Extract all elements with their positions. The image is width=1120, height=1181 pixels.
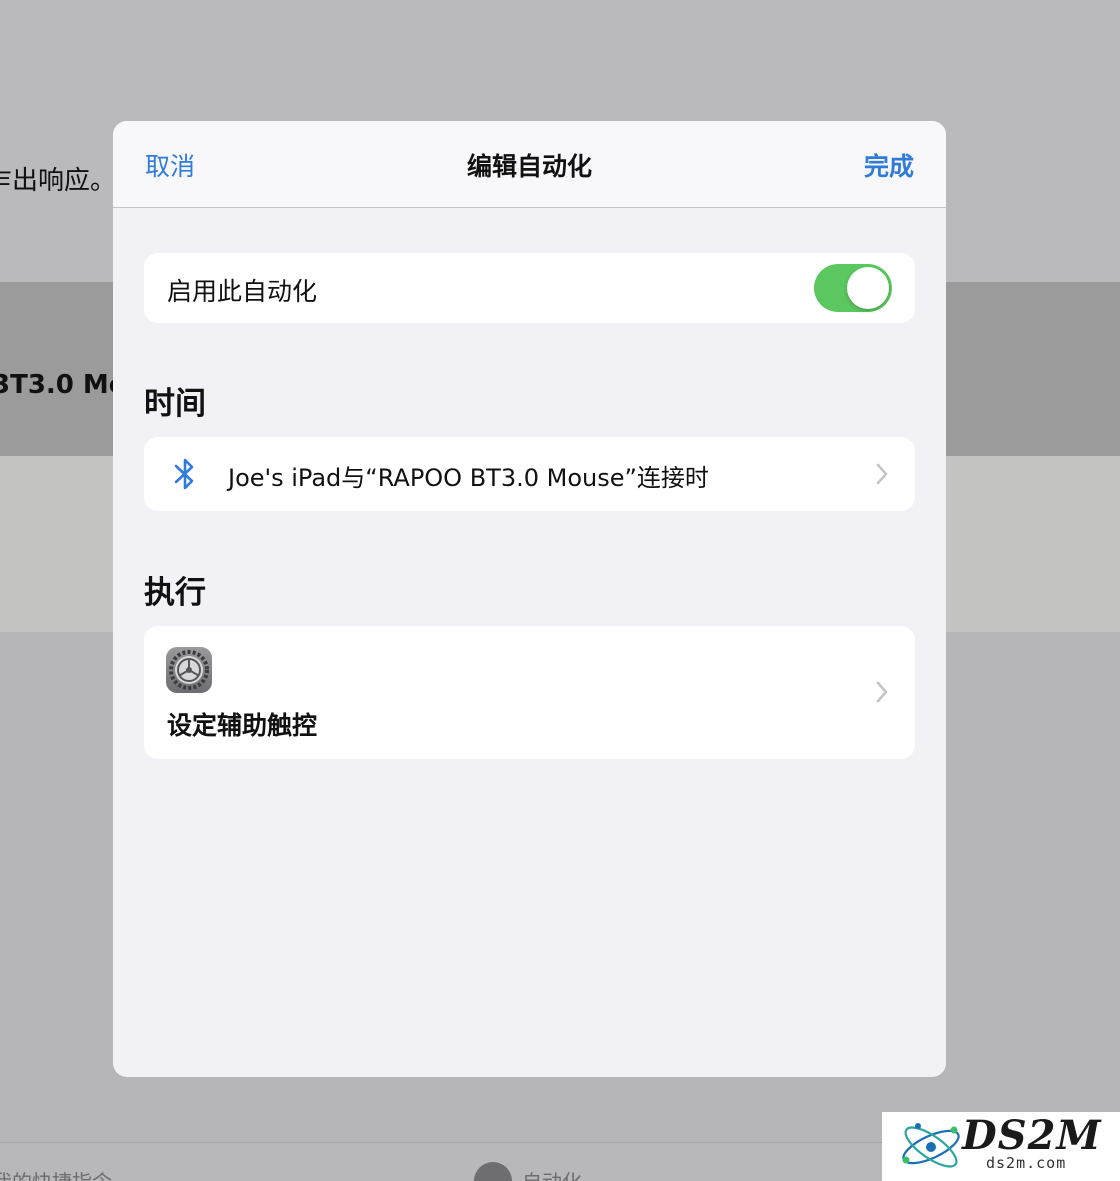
trigger-label: Joe's iPad与“RAPOO BT3.0 Mouse”连接时	[228, 464, 709, 492]
tab-automation: 自动化	[522, 1166, 582, 1181]
settings-gear-icon	[166, 647, 212, 693]
edit-automation-sheet: 取消 编辑自动化 完成 启用此自动化 时间 Joe's iPad与“RAPOO …	[113, 121, 946, 1077]
bluetooth-icon	[174, 458, 194, 490]
ds2m-watermark-logo: DS2M ds2m.com	[882, 1112, 1120, 1181]
action-label: 设定辅助触控	[167, 711, 318, 740]
sheet-title: 编辑自动化	[466, 152, 592, 181]
action-row[interactable]: 设定辅助触控	[144, 626, 915, 759]
background-description: 乍出响应。	[0, 166, 117, 196]
enable-automation-row: 启用此自动化	[144, 253, 915, 323]
logo-wordmark: DS2M	[962, 1112, 1102, 1159]
enable-automation-label: 启用此自动化	[167, 277, 318, 306]
chevron-right-icon	[876, 463, 888, 485]
tab-my-shortcuts: 我的快捷指令	[0, 1166, 112, 1181]
toggle-knob	[847, 267, 889, 309]
time-section-header: 时间	[144, 386, 206, 422]
sheet-nav-bar: 取消 编辑自动化 完成	[113, 121, 946, 208]
done-button[interactable]: 完成	[864, 147, 914, 183]
chevron-right-icon	[876, 681, 888, 703]
logo-url: ds2m.com	[986, 1154, 1067, 1172]
trigger-row[interactable]: Joe's iPad与“RAPOO BT3.0 Mouse”连接时	[144, 437, 915, 511]
execute-section-header: 执行	[144, 575, 206, 611]
enable-automation-toggle[interactable]	[814, 264, 892, 312]
atom-logo-icon	[902, 1123, 960, 1168]
